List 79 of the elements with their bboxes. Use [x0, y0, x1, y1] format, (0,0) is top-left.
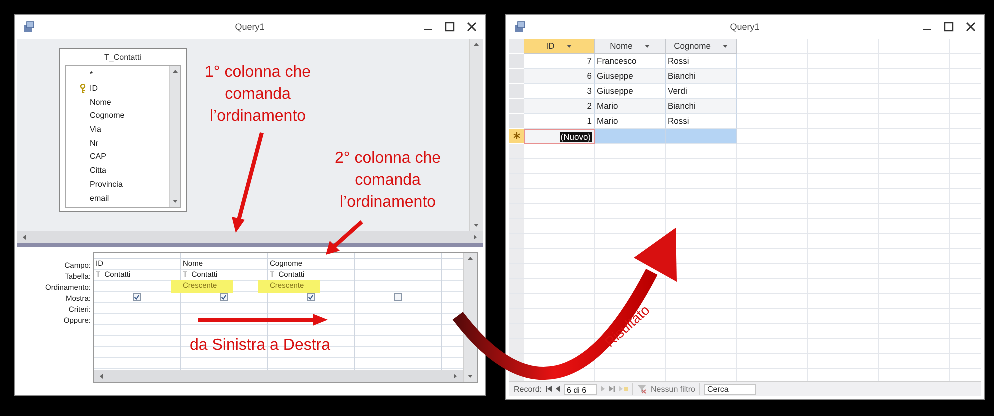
- column-title: Cognome: [674, 41, 711, 51]
- scroll-left-icon[interactable]: [23, 234, 26, 240]
- scrollbar[interactable]: [469, 39, 483, 231]
- table-cell[interactable]: (Nuovo): [524, 129, 595, 144]
- last-record-icon[interactable]: [609, 386, 616, 392]
- first-record-icon[interactable]: [546, 386, 552, 392]
- table-cell: 7: [524, 54, 595, 69]
- table-cell: Rossi: [666, 54, 737, 69]
- field-name[interactable]: Nome: [90, 98, 112, 107]
- column-title: Nome: [610, 41, 633, 51]
- dropdown-icon[interactable]: [722, 44, 728, 48]
- annotation-text: 2° colonna che comanda l’ordinamento: [335, 149, 442, 213]
- record-position-field[interactable]: 6 di 6: [564, 384, 598, 394]
- scroll-down-icon[interactable]: [172, 200, 178, 203]
- window-icon: [514, 21, 526, 33]
- dropdown-icon[interactable]: [644, 44, 650, 48]
- table-title: T_Contatti: [104, 52, 142, 64]
- scroll-up-icon[interactable]: [474, 43, 479, 46]
- field-name[interactable]: Via: [90, 125, 102, 134]
- scroll-down-icon[interactable]: [474, 224, 479, 227]
- field-name[interactable]: CAP: [90, 152, 106, 162]
- table-cell: Mario: [595, 99, 666, 114]
- table-cell: 3: [524, 84, 595, 99]
- scrollbar[interactable]: [94, 370, 463, 382]
- table-cell: Verdi: [666, 84, 737, 99]
- window-title: Query1: [730, 22, 760, 32]
- window-icon: [23, 21, 35, 33]
- maximize-icon[interactable]: [944, 22, 954, 32]
- checkbox[interactable]: [307, 293, 315, 301]
- column-header[interactable]: ID: [524, 39, 595, 54]
- cell-text: (Nuovo): [560, 132, 592, 142]
- arrow: [326, 220, 364, 255]
- column-header[interactable]: Cognome: [666, 39, 737, 54]
- table-cell[interactable]: [595, 129, 666, 144]
- field-name[interactable]: email: [90, 194, 110, 203]
- table-cell: 6: [524, 69, 595, 84]
- table-cell: Giuseppe: [595, 69, 666, 84]
- table-cell: Mario: [595, 114, 666, 129]
- checkbox[interactable]: [133, 293, 141, 301]
- table-cell[interactable]: [666, 129, 737, 144]
- checkbox[interactable]: [394, 293, 402, 301]
- annotation-text: da Sinistra a Destra: [190, 336, 331, 356]
- scroll-down-icon[interactable]: [468, 375, 473, 378]
- table-cell: Francesco: [595, 54, 666, 69]
- table-cell: Rossi: [666, 114, 737, 129]
- table-cell: 2: [524, 99, 595, 114]
- record-label: Record:: [514, 384, 542, 394]
- previous-record-icon[interactable]: [556, 386, 560, 392]
- scroll-up-icon[interactable]: [172, 70, 178, 73]
- scroll-up-icon[interactable]: [468, 257, 473, 260]
- close-icon[interactable]: [467, 22, 477, 32]
- field-name[interactable]: Nr: [90, 138, 98, 148]
- annotation-text: 1° colonna che comanda l’ordinamento: [205, 63, 312, 127]
- column-title: ID: [546, 41, 555, 51]
- column-header[interactable]: Nome: [595, 39, 666, 54]
- field-name[interactable]: Provincia: [90, 180, 123, 189]
- scroll-right-icon[interactable]: [474, 234, 477, 240]
- table-cell: Bianchi: [666, 99, 737, 114]
- field-name[interactable]: Citta: [90, 166, 106, 176]
- table-cell: Giuseppe: [595, 84, 666, 99]
- filter-button[interactable]: Nessun filtro: [651, 384, 696, 394]
- scroll-left-icon[interactable]: [100, 374, 103, 378]
- close-icon[interactable]: [966, 22, 976, 32]
- scrollbar[interactable]: [17, 231, 483, 243]
- scrollbar[interactable]: [169, 66, 180, 207]
- funnel-icon[interactable]: [637, 384, 648, 394]
- dropdown-icon[interactable]: [566, 44, 572, 48]
- row-selector[interactable]: [509, 129, 524, 144]
- scroll-right-icon[interactable]: [454, 374, 457, 378]
- checkbox[interactable]: [220, 293, 228, 301]
- field-name[interactable]: *: [90, 70, 94, 80]
- window-title: Query1: [235, 22, 265, 32]
- maximize-icon[interactable]: [445, 22, 455, 32]
- search-field[interactable]: Cerca: [704, 384, 756, 394]
- new-record-icon: [512, 132, 520, 140]
- table-cell: 1: [524, 114, 595, 129]
- field-name[interactable]: ID: [90, 84, 98, 94]
- table-cell: Bianchi: [666, 69, 737, 84]
- field-name[interactable]: Cognome: [90, 111, 125, 120]
